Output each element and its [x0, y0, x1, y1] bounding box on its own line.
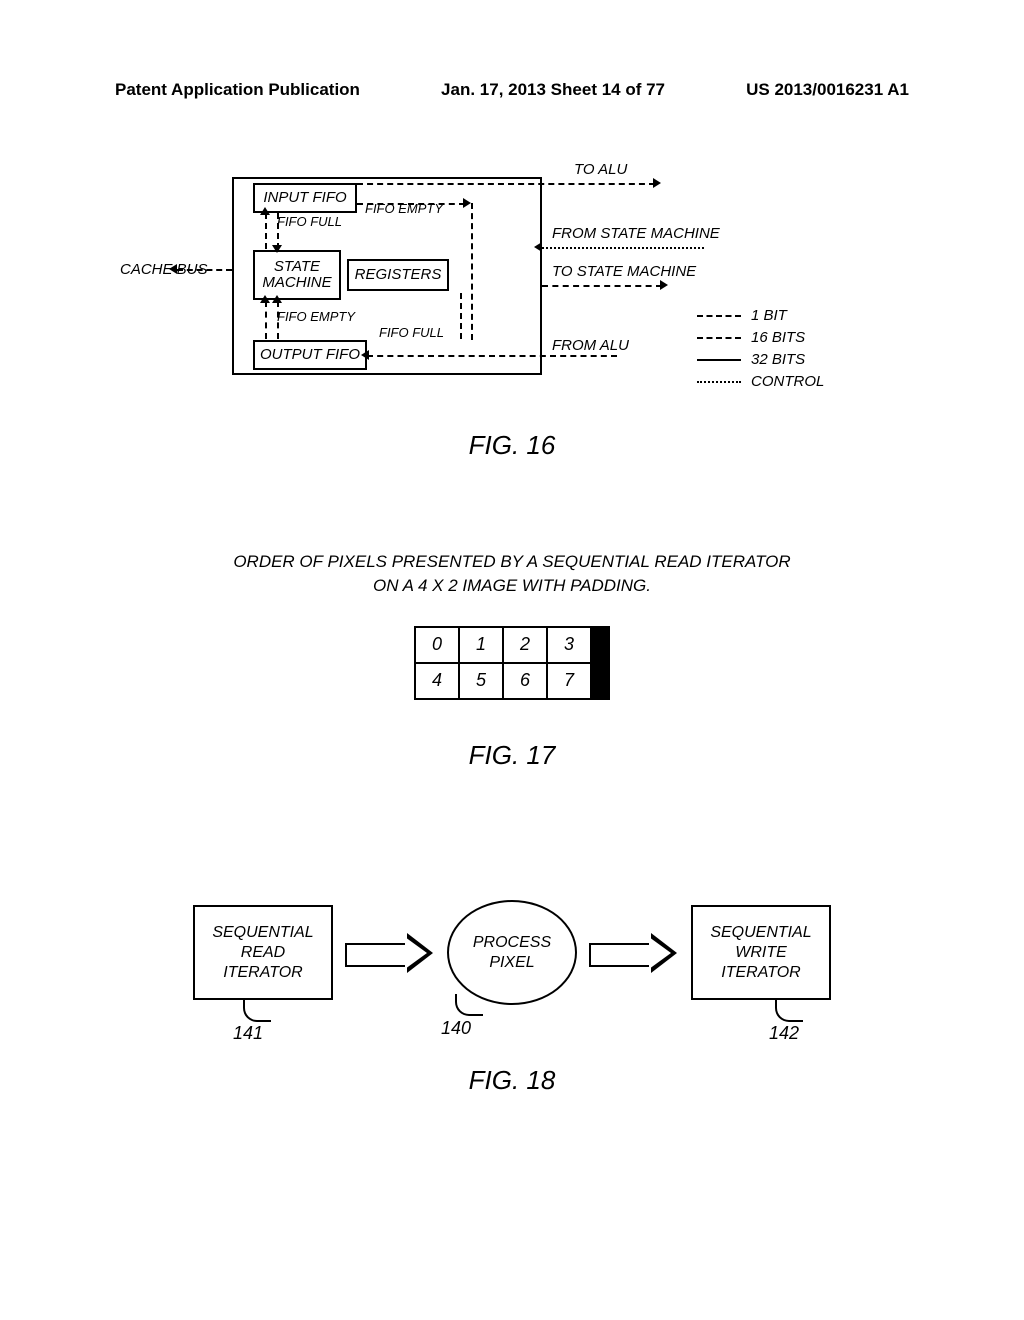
registers-box: REGISTERS [347, 259, 449, 291]
input-to-sm-arrowhead-unused [272, 245, 282, 253]
fifo-full-arrowhead [260, 207, 270, 215]
to-sm-label: TO STATE MACHINE [552, 263, 696, 280]
pixel-order-grid: 0 1 2 3 4 5 6 7 [414, 626, 610, 700]
input-to-sm-vline [277, 213, 279, 249]
from-alu-arrowhead [361, 350, 369, 360]
to-alu-arrowhead [653, 178, 661, 188]
from-sm-label: FROM STATE MACHINE [552, 225, 720, 242]
cell-2: 2 [503, 627, 547, 663]
internal-right-vline [471, 203, 473, 340]
from-sm-line [542, 247, 704, 249]
fig16-caption: FIG. 16 [0, 430, 1024, 461]
cell-4: 4 [415, 663, 459, 699]
from-alu-line [367, 355, 617, 357]
fifo-empty-bot-label: FIFO EMPTY [277, 309, 355, 324]
legend-control-label: CONTROL [751, 373, 824, 390]
cell-7: 7 [547, 663, 591, 699]
ref-141: 141 [233, 1023, 263, 1044]
legend-line-control [697, 381, 741, 383]
header-patent-number: US 2013/0016231 A1 [746, 80, 909, 100]
to-sm-line [542, 285, 662, 287]
figure-18: SEQUENTIAL READ ITERATOR 141 PROCESS PIX… [0, 900, 1024, 1096]
sequential-read-iterator-box: SEQUENTIAL READ ITERATOR [193, 905, 333, 1000]
cell-5: 5 [459, 663, 503, 699]
fifo-empty-bot-arrow2 [272, 295, 282, 303]
lead-141 [243, 1000, 271, 1022]
legend-32bit-label: 32 BITS [751, 351, 805, 368]
arrow-right [589, 936, 679, 970]
fifo-empty-top-arrow [463, 198, 471, 208]
legend-16bit-label: 16 BITS [751, 329, 805, 346]
cache-bus-line [177, 269, 232, 271]
figure-17: ORDER OF PIXELS PRESENTED BY A SEQUENTIA… [0, 550, 1024, 771]
fifo-empty-bot-vline2 [277, 301, 279, 339]
fifo-empty-bot-vline1 [265, 301, 267, 339]
cell-3: 3 [547, 627, 591, 663]
padding-cell [591, 627, 609, 663]
arrow-right-inner [649, 937, 671, 969]
fifo-full-top-label: FIFO FULL [277, 214, 342, 229]
to-sm-arrowhead [660, 280, 668, 290]
ref-140: 140 [441, 1018, 471, 1039]
to-alu-line [357, 183, 655, 185]
fifo-empty-bot-arrow1 [260, 295, 270, 303]
fig18-flow-row: SEQUENTIAL READ ITERATOR 141 PROCESS PIX… [0, 900, 1024, 1005]
sequential-write-iterator-box: SEQUENTIAL WRITE ITERATOR [691, 905, 831, 1000]
to-alu-label: TO ALU [574, 161, 627, 178]
from-alu-label: FROM ALU [552, 337, 629, 354]
legend-control: CONTROL [697, 373, 824, 390]
fig17-title-line1: ORDER OF PIXELS PRESENTED BY A SEQUENTIA… [233, 552, 790, 571]
legend-1bit-label: 1 BIT [751, 307, 787, 324]
lead-140 [455, 994, 483, 1016]
cache-bus-arrowhead [169, 264, 177, 274]
fifo-empty-top-hline [357, 203, 465, 205]
from-sm-arrowhead [534, 242, 542, 252]
cell-1: 1 [459, 627, 503, 663]
fifo-full-bot-vline-unused2 [460, 293, 462, 339]
figure-16: INPUT FIFO STATE MACHINE REGISTERS OUTPU… [125, 165, 855, 385]
lead-142 [775, 1000, 803, 1022]
table-row: 4 5 6 7 [415, 663, 609, 699]
state-machine-box: STATE MACHINE [253, 250, 341, 300]
arrow-left-inner [405, 937, 427, 969]
legend-line-1bit [697, 315, 741, 317]
process-pixel-circle: PROCESS PIXEL [447, 900, 577, 1005]
arrow-left [345, 936, 435, 970]
table-row: 0 1 2 3 [415, 627, 609, 663]
fig17-title: ORDER OF PIXELS PRESENTED BY A SEQUENTIA… [0, 550, 1024, 598]
legend-1bit: 1 BIT [697, 307, 787, 324]
legend-line-16bit [697, 337, 741, 339]
legend-16bit: 16 BITS [697, 329, 805, 346]
fifo-full-bot-label: FIFO FULL [379, 325, 444, 340]
cell-0: 0 [415, 627, 459, 663]
page-header: Patent Application Publication Jan. 17, … [0, 80, 1024, 100]
fig17-caption: FIG. 17 [0, 740, 1024, 771]
header-date-sheet: Jan. 17, 2013 Sheet 14 of 77 [441, 80, 665, 100]
ref-142: 142 [769, 1023, 799, 1044]
fig17-title-line2: ON A 4 X 2 IMAGE WITH PADDING. [373, 576, 651, 595]
padding-cell [591, 663, 609, 699]
output-fifo-box: OUTPUT FIFO [253, 340, 367, 370]
fig18-caption: FIG. 18 [0, 1065, 1024, 1096]
legend-line-32bit [697, 359, 741, 361]
header-publication: Patent Application Publication [115, 80, 360, 100]
fifo-full-vline [265, 213, 267, 249]
legend-32bit: 32 BITS [697, 351, 805, 368]
cell-6: 6 [503, 663, 547, 699]
